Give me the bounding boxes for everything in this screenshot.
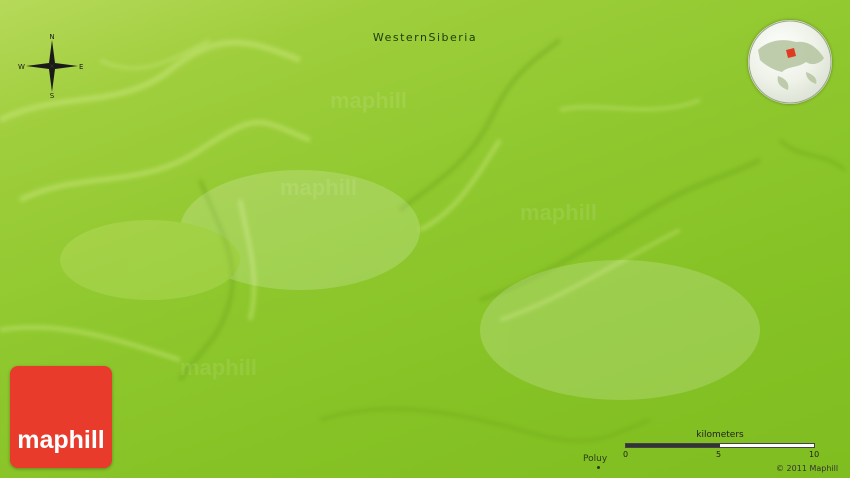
watermark: maphill xyxy=(180,355,258,380)
compass-south: S xyxy=(50,92,55,100)
compass-west: W xyxy=(18,63,25,71)
compass-rose: N S E W xyxy=(16,30,88,102)
scale-tick: 0 xyxy=(623,450,629,459)
place-label-poluy: Poluy xyxy=(583,454,608,464)
logo-text: maphill xyxy=(17,426,105,454)
compass-star-icon: N S E W xyxy=(18,33,83,100)
compass-north: N xyxy=(49,33,54,41)
watermark: maphill xyxy=(520,200,598,225)
scale-unit: kilometers xyxy=(696,430,744,440)
place-marker xyxy=(597,466,600,469)
scale-tick: 5 xyxy=(716,450,722,459)
compass-east: E xyxy=(79,63,83,71)
copyright-text: © 2011 Maphill xyxy=(776,464,839,473)
scale-bar-graphic xyxy=(625,443,815,448)
terrain-relief xyxy=(0,38,846,443)
map-canvas[interactable]: maphill maphill maphill maphill WesternS… xyxy=(0,0,850,478)
watermark: maphill xyxy=(280,175,358,200)
locator-globe xyxy=(748,20,832,104)
maphill-logo[interactable]: maphill xyxy=(10,366,112,468)
region-label: WesternSiberia xyxy=(372,31,478,44)
scale-tick: 10 xyxy=(809,450,820,459)
scale-bar: kilometers 0 5 10 xyxy=(623,430,819,462)
watermark: maphill xyxy=(330,88,408,113)
globe-icon xyxy=(748,20,832,104)
